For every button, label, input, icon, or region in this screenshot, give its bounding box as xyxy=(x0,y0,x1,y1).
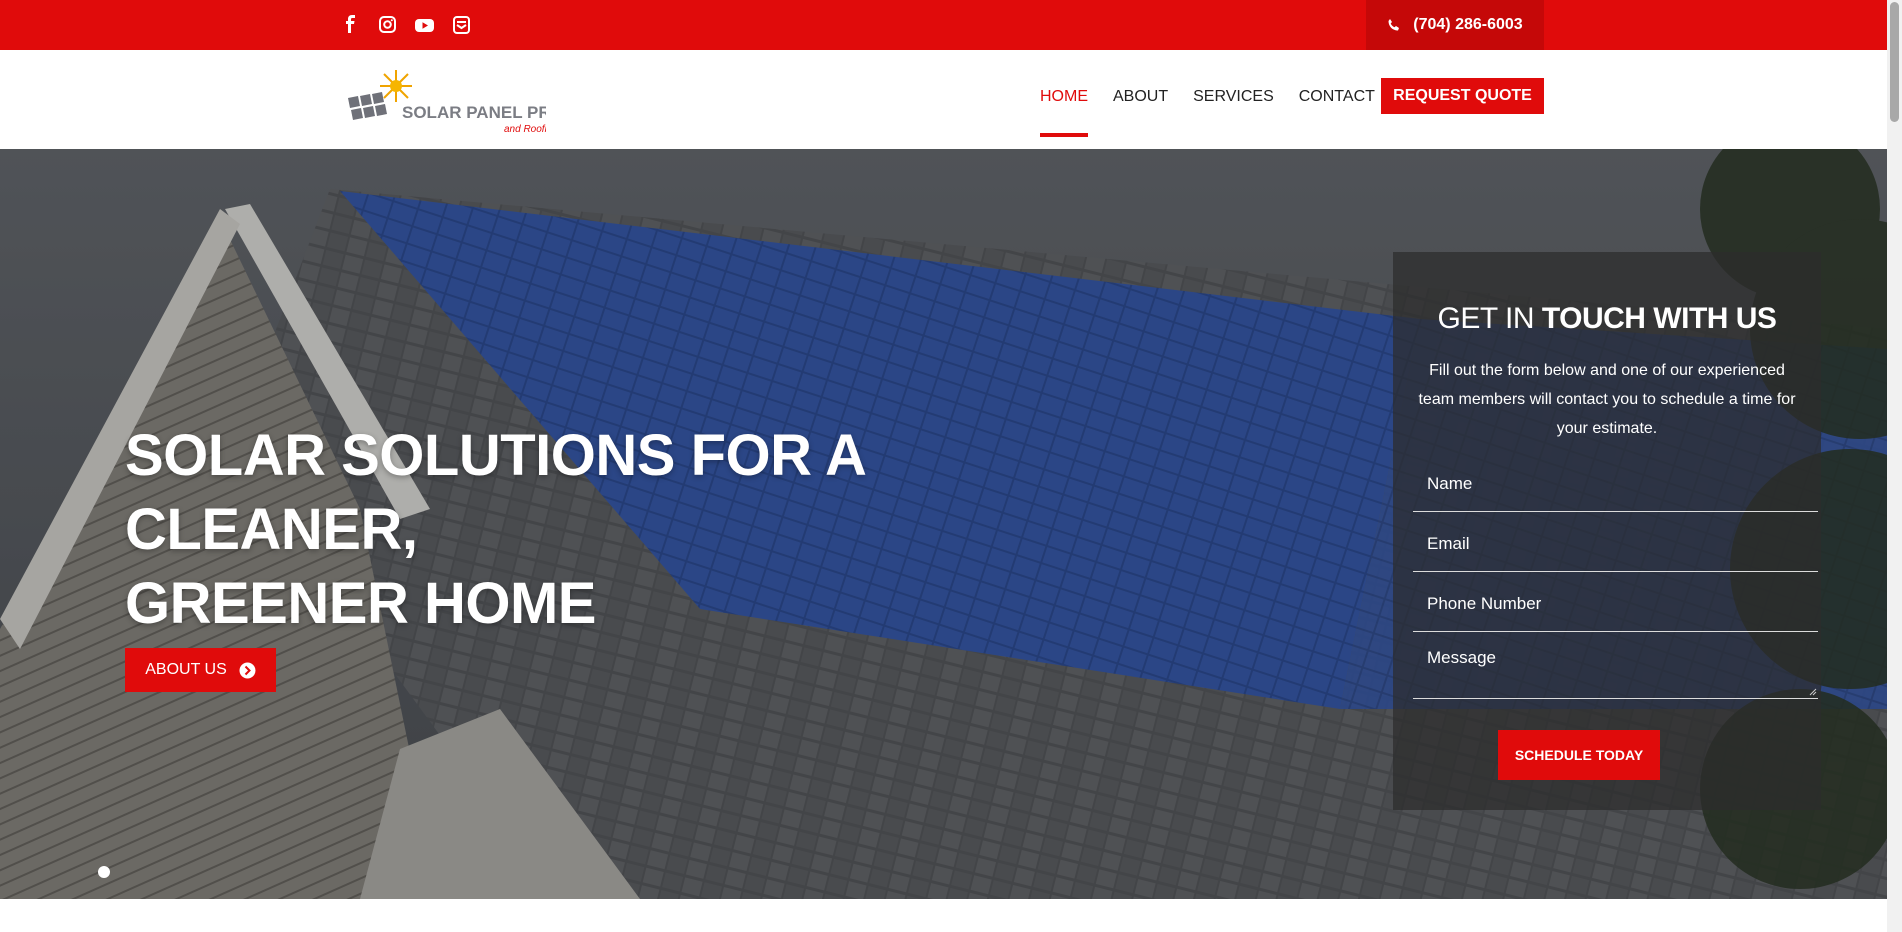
nav-contact[interactable]: CONTACT xyxy=(1299,85,1375,109)
hero-title: SOLAR SOLUTIONS FOR A CLEANER, GREENER H… xyxy=(125,419,1125,641)
phone-placeholder: Phone Number xyxy=(1427,594,1542,613)
social-links xyxy=(340,13,472,37)
nav-about[interactable]: ABOUT xyxy=(1113,85,1168,109)
about-us-button[interactable]: ABOUT US xyxy=(125,648,276,692)
email-input[interactable]: Email xyxy=(1413,530,1818,572)
request-quote-button[interactable]: REQUEST QUOTE xyxy=(1381,78,1544,114)
resize-handle-icon[interactable] xyxy=(1809,688,1817,696)
site-header: SOLAR PANEL PROS and Roofing HOME ABOUT … xyxy=(0,50,1887,149)
instagram-icon[interactable] xyxy=(377,13,398,37)
form-heading: GET IN TOUCH WITH US xyxy=(1393,302,1821,336)
name-placeholder: Name xyxy=(1427,474,1473,493)
facebook-icon[interactable] xyxy=(340,13,361,37)
phone-input[interactable]: Phone Number xyxy=(1413,590,1818,632)
hero-title-line-2: GREENER HOME xyxy=(125,571,596,636)
phone-number: (704) 286-6003 xyxy=(1413,16,1523,33)
email-icon[interactable] xyxy=(451,13,472,37)
hero-section: SOLAR SOLUTIONS FOR A CLEANER, GREENER H… xyxy=(0,149,1887,899)
phone-icon xyxy=(1388,19,1400,31)
scrollbar-thumb[interactable] xyxy=(1890,2,1899,122)
form-intro: Fill out the form below and one of our e… xyxy=(1418,362,1796,437)
name-input[interactable]: Name xyxy=(1413,470,1818,512)
message-placeholder: Message xyxy=(1427,648,1496,667)
nav-home[interactable]: HOME xyxy=(1040,85,1088,137)
logo[interactable]: SOLAR PANEL PROS and Roofing xyxy=(346,62,575,140)
form-heading-bold: TOUCH WITH US xyxy=(1541,302,1777,335)
top-bar: (704) 286-6003 xyxy=(0,0,1887,50)
main-nav: HOME ABOUT SERVICES CONTACT xyxy=(1040,85,1375,137)
slider-dot-1[interactable] xyxy=(98,866,110,878)
nav-services[interactable]: SERVICES xyxy=(1193,85,1274,109)
form-heading-normal: GET IN xyxy=(1437,302,1542,335)
schedule-today-button[interactable]: SCHEDULE TODAY xyxy=(1498,730,1660,780)
email-placeholder: Email xyxy=(1427,534,1470,553)
page-scrollbar[interactable] xyxy=(1887,0,1902,932)
about-us-label: ABOUT US xyxy=(145,661,227,678)
contact-form-panel: GET IN TOUCH WITH US Fill out the form b… xyxy=(1393,252,1821,810)
hero-title-line-1: SOLAR SOLUTIONS FOR A CLEANER, xyxy=(125,423,865,562)
logo-tagline: and Roofing xyxy=(504,124,546,135)
youtube-icon[interactable] xyxy=(414,13,435,37)
arrow-circle-right-icon xyxy=(239,662,256,678)
logo-name: SOLAR PANEL PROS xyxy=(402,103,546,122)
message-textarea[interactable]: Message xyxy=(1413,644,1818,699)
phone-link[interactable]: (704) 286-6003 xyxy=(1366,0,1544,50)
